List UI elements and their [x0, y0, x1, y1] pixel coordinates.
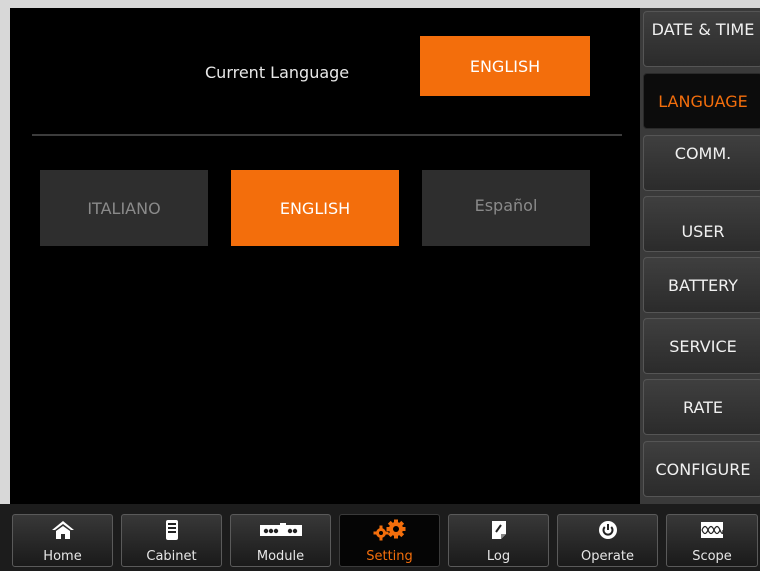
- nav-setting[interactable]: Setting: [339, 514, 440, 567]
- nav-home-label: Home: [43, 549, 82, 564]
- nav-log-label: Log: [486, 549, 511, 564]
- menu-battery[interactable]: BATTERY: [643, 257, 760, 313]
- nav-home[interactable]: Home: [12, 514, 113, 567]
- bottom-navigation: Home Cabinet Module Setting Log Operate …: [0, 504, 760, 571]
- nav-setting-label: Setting: [366, 549, 413, 564]
- power-icon: [558, 520, 657, 540]
- menu-user[interactable]: USER: [643, 196, 760, 252]
- menu-service[interactable]: SERVICE: [643, 318, 760, 374]
- menu-date-time[interactable]: DATE & TIME: [643, 11, 760, 67]
- nav-scope-label: Scope: [692, 549, 732, 564]
- nav-operate[interactable]: Operate: [557, 514, 658, 567]
- nav-cabinet[interactable]: Cabinet: [121, 514, 222, 567]
- nav-cabinet-label: Cabinet: [146, 549, 197, 564]
- language-option-espanol[interactable]: Español: [422, 170, 590, 246]
- screen-frame-left: [0, 0, 10, 571]
- nav-log[interactable]: Log: [448, 514, 549, 567]
- language-option-english[interactable]: ENGLISH: [231, 170, 399, 246]
- nav-module-label: Module: [256, 549, 305, 564]
- nav-operate-label: Operate: [581, 549, 634, 564]
- current-language-value: ENGLISH: [420, 36, 590, 96]
- nav-module[interactable]: Module: [230, 514, 331, 567]
- divider: [32, 134, 622, 136]
- screen-frame-top: [0, 0, 760, 8]
- language-settings-panel: Current Language ENGLISH ITALIANO ENGLIS…: [10, 8, 640, 504]
- menu-language[interactable]: LANGUAGE: [643, 73, 760, 129]
- cabinet-icon: [122, 520, 221, 540]
- scope-icon: [667, 520, 757, 540]
- settings-side-menu: DATE & TIME LANGUAGE COMM. USER BATTERY …: [640, 8, 760, 504]
- menu-comm[interactable]: COMM.: [643, 135, 760, 191]
- menu-rate[interactable]: RATE: [643, 379, 760, 435]
- current-language-label: Current Language: [205, 63, 350, 82]
- module-icon: [231, 520, 330, 540]
- gears-icon: [340, 519, 439, 541]
- home-icon: [13, 520, 112, 540]
- log-icon: [449, 520, 548, 540]
- nav-scope[interactable]: Scope: [666, 514, 758, 567]
- menu-configure[interactable]: CONFIGURE: [643, 441, 760, 497]
- language-option-italiano[interactable]: ITALIANO: [40, 170, 208, 246]
